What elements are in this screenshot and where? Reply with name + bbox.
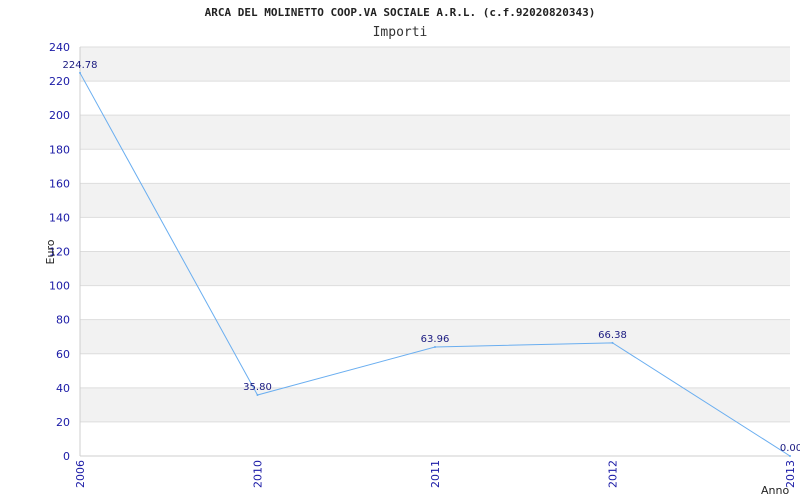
data-point: [434, 346, 436, 349]
x-tick-label: 2010: [252, 460, 265, 488]
y-tick-label: 220: [49, 75, 70, 88]
y-tick-label: 160: [49, 177, 70, 190]
data-label: 63.96: [421, 334, 450, 345]
grid-band: [80, 387, 790, 422]
data-point: [789, 455, 791, 457]
x-tick-labels: 2006 2010 2011 2012 2013: [74, 460, 797, 488]
y-tick-label: 140: [49, 211, 70, 224]
data-label: 66.38: [598, 330, 627, 341]
x-tick-label: 2012: [607, 460, 620, 488]
y-tick-label: 80: [56, 314, 70, 327]
grid-band: [80, 47, 790, 82]
x-tick-label: 2006: [74, 460, 87, 488]
data-point: [79, 71, 81, 74]
data-label: 0.00: [780, 443, 800, 454]
y-tick-label: 0: [63, 450, 70, 463]
data-point: [256, 393, 259, 396]
y-tick-label: 20: [56, 416, 70, 429]
y-tick-label: 100: [49, 280, 70, 293]
x-axis-label: Anno: [761, 484, 789, 497]
y-tick-label: 40: [56, 382, 70, 395]
data-point: [611, 341, 614, 344]
y-tick-label: 240: [49, 41, 70, 54]
y-axis-label: Euro: [44, 239, 57, 264]
data-label: 224.78: [63, 60, 98, 71]
data-label: 35.80: [243, 382, 272, 393]
y-tick-label: 200: [49, 109, 70, 122]
y-tick-label: 180: [49, 143, 70, 156]
grid-band: [80, 251, 790, 286]
y-tick-label: 60: [56, 348, 70, 361]
line-chart: 020406080100120140160180200220240 2006 20…: [44, 41, 800, 497]
grid-band: [80, 183, 790, 218]
x-tick-label: 2011: [429, 460, 442, 488]
grid-band: [80, 115, 790, 150]
grid-bands: [80, 47, 790, 422]
